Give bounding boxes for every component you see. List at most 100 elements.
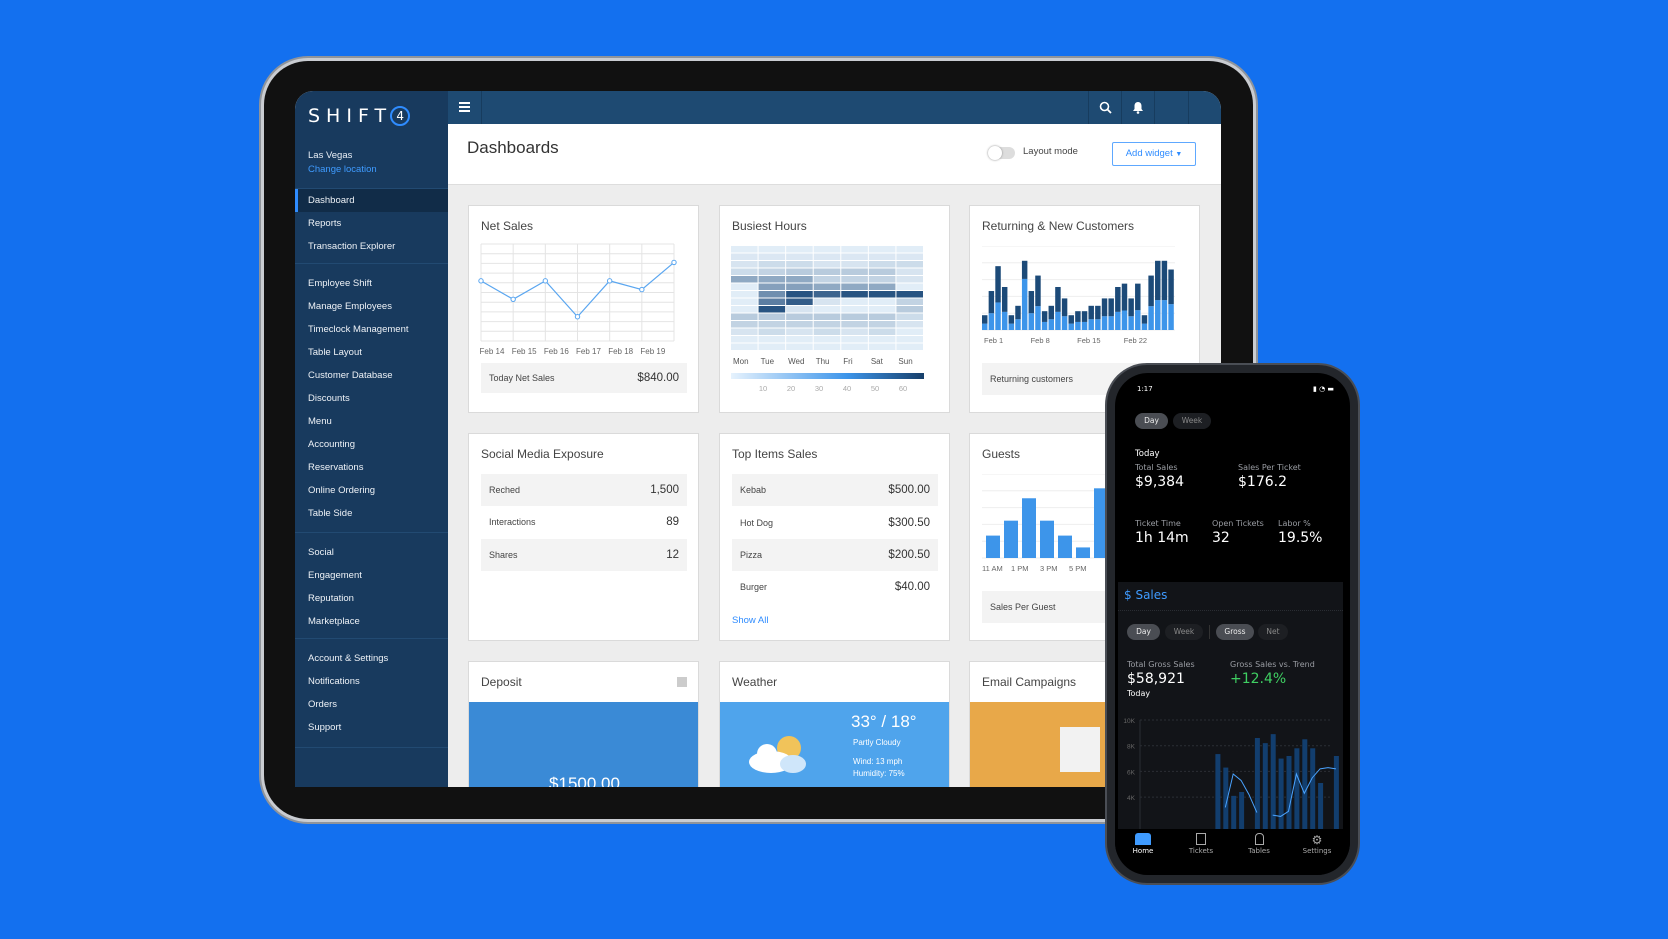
data-point	[639, 286, 645, 293]
item-row: Burger $40.00	[732, 571, 938, 603]
nav-tickets[interactable]: Tickets	[1176, 833, 1226, 855]
sidebar-item[interactable]: Marketplace	[295, 610, 448, 633]
heat-cell	[868, 313, 896, 320]
row-label: Hot Dog	[740, 518, 774, 528]
day-tab[interactable]: Day	[1135, 413, 1168, 429]
sales-title: $ Sales	[1124, 588, 1168, 602]
social-row: Interactions 89	[481, 506, 687, 538]
data-point	[671, 259, 677, 266]
heat-cell	[896, 253, 923, 260]
sidebar-item[interactable]: Support	[295, 716, 448, 739]
net-tab[interactable]: Net	[1258, 624, 1288, 640]
partly-cloudy-icon	[749, 736, 806, 773]
y-tick-label: 8K	[1127, 744, 1136, 751]
layout-mode-toggle[interactable]	[988, 146, 1015, 160]
heat-cell	[841, 253, 868, 260]
sidebar-item[interactable]: Customer Database	[295, 364, 448, 387]
returning-customers-chart: Feb 1 Feb 8 Feb 15 Feb 22	[982, 246, 1175, 345]
sidebar-item[interactable]: Reservations	[295, 456, 448, 479]
social-row: Shares 12	[481, 539, 687, 571]
sidebar-item[interactable]: Table Layout	[295, 341, 448, 364]
sidebar-item[interactable]: Accounting	[295, 433, 448, 456]
bar	[1058, 535, 1072, 558]
sales-chart: 10K 8K 6K 4K	[1123, 718, 1339, 832]
sidebar-item[interactable]: Table Side	[295, 502, 448, 525]
social-row: Reched 1,500	[481, 474, 687, 506]
wind: Wind: 13 mph	[853, 757, 903, 766]
sales-week-tab[interactable]: Week	[1165, 624, 1203, 640]
envelope-icon	[1060, 727, 1100, 772]
sidebar-group: Account & Settings Notifications Orders Sup…	[295, 638, 448, 739]
row-value: 12	[666, 549, 679, 561]
bar-segment	[1028, 291, 1035, 314]
heat-cell	[758, 246, 786, 253]
heat-cell	[731, 276, 758, 283]
temperature: 33° / 18°	[851, 712, 917, 731]
heat-cell	[731, 306, 758, 313]
sidebar-item[interactable]: Reports	[295, 212, 448, 235]
week-tab[interactable]: Week	[1173, 413, 1211, 429]
bar-segment	[1088, 319, 1094, 330]
nav-tables[interactable]: Tables	[1234, 833, 1284, 855]
gross-tab[interactable]: Gross	[1216, 624, 1254, 640]
sidebar-item[interactable]: Manage Employees	[295, 295, 448, 318]
sidebar-item[interactable]: Employee Shift	[295, 272, 448, 295]
x-tick-label: 1 PM	[1011, 564, 1029, 573]
nav-settings[interactable]: ⚙ Settings	[1292, 833, 1342, 855]
sidebar-item[interactable]: Account & Settings	[295, 647, 448, 670]
heat-cell	[841, 336, 868, 343]
sidebar-item[interactable]: Dashboard	[295, 189, 448, 212]
show-all-link[interactable]: Show All	[732, 615, 768, 626]
add-widget-label: Add widget	[1125, 148, 1173, 159]
heat-cell	[786, 313, 813, 320]
bar-segment	[1155, 300, 1161, 330]
nav-home[interactable]: Home	[1118, 833, 1168, 855]
sidebar-item[interactable]: Orders	[295, 693, 448, 716]
data-point	[606, 278, 613, 284]
day-label: Mon	[733, 357, 749, 366]
search-icon[interactable]	[1099, 101, 1112, 114]
bar	[1076, 547, 1090, 558]
heat-cell	[731, 253, 758, 260]
menu-icon[interactable]	[459, 102, 470, 112]
card-title: Top Items Sales	[732, 447, 818, 461]
x-tick-label: 5 PM	[1069, 564, 1087, 573]
heat-cell	[841, 268, 868, 275]
row-label: Interactions	[489, 517, 536, 527]
row-value: 89	[666, 516, 679, 528]
sidebar-item[interactable]: Discounts	[295, 387, 448, 410]
bar-segment	[1095, 305, 1101, 320]
row-value: 1,500	[650, 484, 679, 496]
bar-segment	[1048, 319, 1055, 330]
sidebar-item[interactable]: Menu	[295, 410, 448, 433]
bar-segment	[1041, 311, 1048, 322]
sidebar-item[interactable]: Notifications	[295, 670, 448, 693]
heat-cell	[868, 283, 896, 290]
bar-segment	[1028, 313, 1035, 330]
widget-menu-icon[interactable]	[677, 677, 687, 687]
bar-segment	[1141, 315, 1148, 324]
heat-cell	[758, 306, 786, 313]
sales-day-tab[interactable]: Day	[1127, 624, 1160, 640]
gross-sales-sub: Today	[1127, 689, 1151, 698]
sidebar: SHIFT 4 Las Vegas Change location Dashboa…	[295, 91, 448, 787]
add-widget-button[interactable]: Add widget ▼	[1112, 142, 1196, 166]
sidebar-item[interactable]: Timeclock Management	[295, 318, 448, 341]
sidebar-item[interactable]: Transaction Explorer	[295, 235, 448, 258]
bell-icon[interactable]	[1132, 101, 1144, 114]
day-label: Tue	[761, 357, 775, 366]
heat-cell	[758, 328, 786, 335]
sidebar-item[interactable]: Reputation	[295, 587, 448, 610]
sidebar-item[interactable]: Social	[295, 541, 448, 564]
bar-segment	[995, 302, 1001, 330]
sidebar-item[interactable]: Online Ordering	[295, 479, 448, 502]
day-label: Sun	[898, 357, 912, 366]
change-location-link[interactable]: Change location	[308, 164, 377, 175]
day-label: Sat	[871, 357, 884, 366]
bar	[1270, 734, 1276, 832]
heat-cell	[731, 313, 758, 320]
heat-cell	[786, 321, 813, 328]
bar-segment	[1035, 275, 1041, 307]
sidebar-item[interactable]: Engagement	[295, 564, 448, 587]
caret-down-icon: ▼	[1175, 151, 1183, 158]
